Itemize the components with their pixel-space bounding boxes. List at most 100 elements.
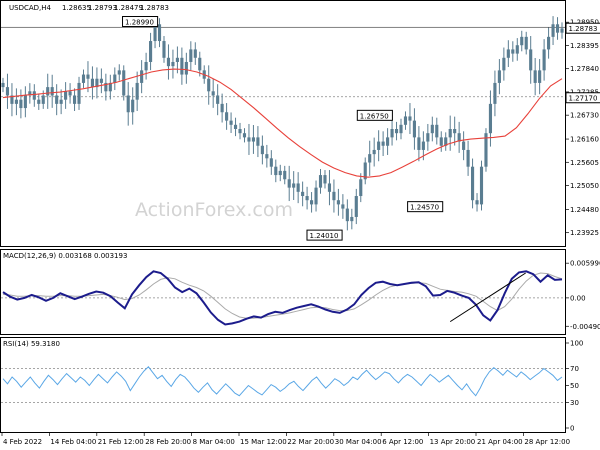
candle-body	[551, 24, 555, 37]
candle-body	[207, 78, 211, 92]
rsi-title: RSI(14) 59.3180	[3, 340, 60, 348]
candle-body	[497, 70, 501, 83]
candle-body	[327, 183, 332, 192]
candle-body	[529, 49, 533, 71]
candle-body	[301, 191, 305, 197]
candle-body	[1, 82, 5, 88]
candle-body	[318, 175, 323, 188]
macd-axis: 0.005996 0.00 -0.004901	[565, 260, 600, 331]
candle-body	[354, 196, 358, 217]
candle-body	[5, 87, 10, 96]
time-tick-label: 30 Mar 04:00	[335, 438, 382, 446]
candle-body	[180, 57, 184, 75]
candle-body	[171, 61, 175, 67]
time-tick-label: 8 Mar 04:00	[193, 438, 235, 446]
candle-body	[296, 183, 300, 192]
candle-body	[86, 74, 90, 79]
header-low: 1.28479	[114, 4, 143, 12]
candle-body	[175, 57, 179, 62]
time-tick-label: 28 Apr 12:00	[524, 438, 570, 446]
candle-body	[256, 137, 260, 146]
candle-body	[37, 99, 41, 104]
candle-body	[345, 208, 349, 222]
candle-body	[68, 91, 72, 96]
candle-body	[198, 57, 202, 71]
rsi-tick-label: 30	[570, 399, 579, 407]
candle-body	[538, 70, 542, 83]
candle-body	[426, 133, 430, 142]
candle-body	[470, 166, 475, 201]
macd-panel-frame	[0, 249, 566, 335]
candle-body	[555, 24, 560, 33]
candle-body	[372, 149, 376, 155]
candle-body	[23, 95, 27, 109]
candle-body	[524, 36, 528, 50]
candle-body	[122, 70, 126, 96]
candle-body	[488, 103, 493, 134]
candle-body	[390, 129, 394, 138]
candle-body	[466, 149, 470, 167]
candle-body	[493, 82, 497, 104]
price-annotation: 1.26750	[360, 112, 389, 120]
rsi-tick-label: 70	[570, 365, 579, 373]
candle-body	[14, 99, 18, 104]
candle-body	[399, 124, 403, 134]
candle-body	[515, 45, 519, 54]
candle-body	[359, 179, 363, 197]
candle-body	[113, 74, 117, 83]
candle-body	[475, 200, 479, 205]
price-header: USDCAD,H4 1.28635 1.28793 1.28479 1.2878…	[9, 4, 169, 12]
candle-body	[547, 36, 551, 50]
candle-body	[269, 158, 273, 167]
candle-body	[99, 78, 103, 83]
candle-body	[435, 124, 439, 138]
price-annotation: 1.24010	[309, 232, 338, 240]
candle-body	[46, 87, 50, 96]
candle-body	[41, 95, 45, 104]
price-annotation: 1.28990	[125, 19, 154, 27]
candle-body	[135, 82, 139, 100]
time-tick-label: 4 Feb 2022	[3, 438, 42, 446]
candle-body	[229, 120, 233, 125]
candle-body	[251, 137, 255, 142]
candle-body	[283, 170, 287, 180]
time-tick-label: 6 Apr 12:00	[382, 438, 423, 446]
candle-body	[265, 154, 269, 159]
time-tick-label: 21 Apr 04:00	[477, 438, 523, 446]
candle-body	[77, 82, 81, 104]
candle-body	[278, 170, 282, 176]
candle-body	[55, 95, 59, 104]
watermark: ActionForex.com	[135, 199, 293, 221]
candle-body	[520, 36, 524, 46]
candle-body	[193, 49, 197, 58]
candle-body	[50, 87, 54, 96]
macd-panel: MACD(12,26,9) 0.003168 0.003193 0.005996…	[0, 249, 600, 335]
price-tick-label: 1.23925	[570, 229, 599, 237]
candle-body	[381, 141, 385, 146]
candle-body	[439, 137, 443, 146]
price-tick-label: 1.26730	[570, 112, 599, 120]
candle-body	[117, 70, 121, 75]
candle-body	[211, 91, 215, 96]
candle-body	[81, 74, 86, 83]
candle-body	[72, 95, 77, 104]
rsi-tick-label: 100	[570, 340, 583, 348]
candle-body	[140, 70, 144, 83]
price-panel: ActionForex.com USDCAD,H4 1.28635 1.2879…	[0, 0, 600, 247]
candle-body	[247, 137, 251, 142]
candle-body	[184, 61, 188, 75]
candle-body	[408, 116, 412, 121]
candle-body	[462, 141, 466, 150]
candle-body	[305, 196, 309, 201]
candle-body	[310, 200, 314, 205]
price-tick-label: 1.28395	[570, 42, 599, 50]
candle-body	[506, 49, 510, 58]
time-axis: 4 Feb 2022 14 Feb 04:00 21 Feb 12:00 28 Feb…	[1, 432, 570, 446]
candle-body	[216, 95, 220, 104]
candle-body	[386, 137, 390, 146]
candle-body	[314, 187, 318, 205]
time-tick-label: 21 Feb 12:00	[98, 438, 144, 446]
candle-body	[412, 120, 416, 138]
candle-body	[242, 133, 247, 138]
price-tick-label: 1.24480	[570, 206, 599, 214]
